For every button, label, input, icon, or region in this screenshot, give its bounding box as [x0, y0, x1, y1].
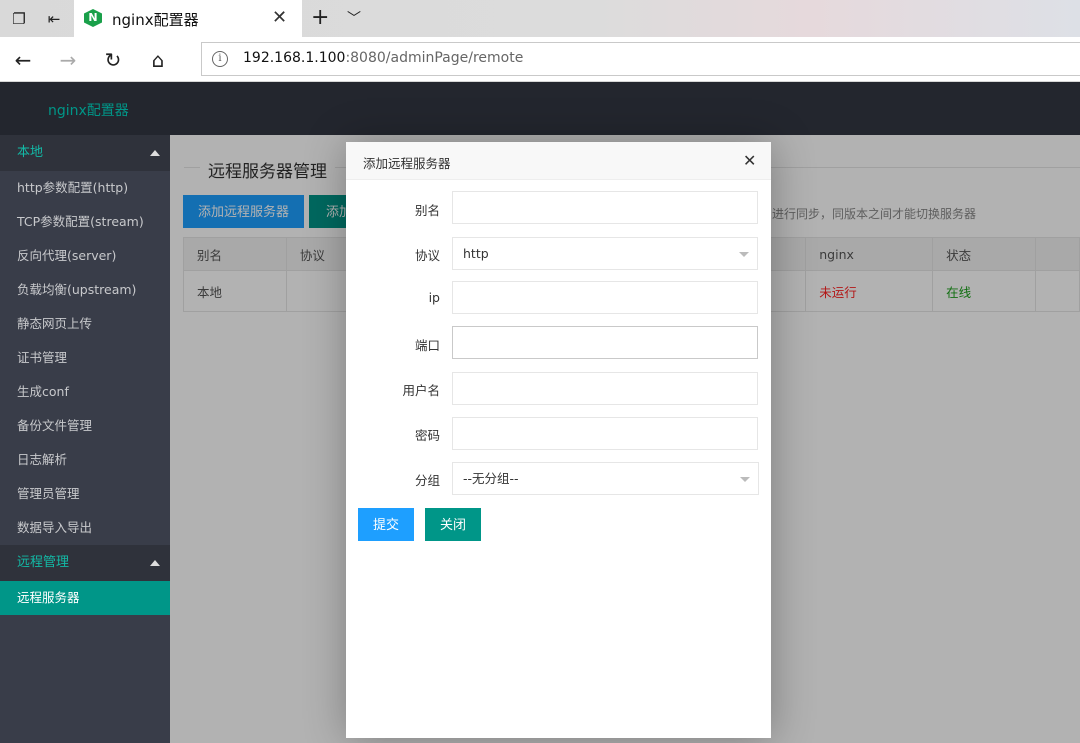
port-label: 端口 — [414, 338, 440, 353]
sidebar-item-http[interactable]: http参数配置(http) — [0, 171, 170, 205]
tab-actions-icon[interactable]: ❐ — [8, 8, 30, 30]
new-tab-button[interactable]: + — [311, 5, 329, 30]
username-label: 用户名 — [402, 383, 440, 398]
browser-address-bar: ← → ↻ ⌂ i 192.168.1.100:8080/adminPage/r… — [0, 37, 1080, 82]
sidebar-item-upstream[interactable]: 负载均衡(upstream) — [0, 273, 170, 307]
ip-input[interactable] — [452, 281, 758, 314]
caret-up-icon — [150, 560, 160, 566]
forward-arrow-icon[interactable]: → — [55, 47, 81, 73]
protocol-select[interactable]: http — [452, 237, 758, 270]
tab-close-icon[interactable]: ✕ — [272, 7, 287, 28]
browser-tab-bar: ❐ ⇤ N nginx配置器 ✕ + ﹀ — [0, 0, 1080, 37]
dialog-title: 添加远程服务器 — [363, 156, 451, 171]
sidebar-item-remote-servers[interactable]: 远程服务器 — [0, 581, 170, 615]
sidebar: 本地 http参数配置(http) TCP参数配置(stream) 反向代理(s… — [0, 135, 170, 743]
info-icon[interactable]: i — [212, 51, 228, 67]
dialog-header: 添加远程服务器 ✕ — [346, 142, 771, 180]
group-select-value: --无分组-- — [463, 471, 519, 486]
url-input[interactable]: i 192.168.1.100:8080/adminPage/remote — [201, 42, 1080, 76]
sidebar-item-backups[interactable]: 备份文件管理 — [0, 409, 170, 443]
sidebar-item-stream[interactable]: TCP参数配置(stream) — [0, 205, 170, 239]
port-input[interactable] — [452, 326, 758, 359]
add-remote-server-dialog: 添加远程服务器 ✕ 别名 协议 http ip 端口 用户名 密码 分组 --无… — [346, 142, 771, 738]
sidebar-group-label: 本地 — [17, 145, 44, 160]
sidebar-item-server[interactable]: 反向代理(server) — [0, 239, 170, 273]
alias-label: 别名 — [414, 203, 440, 218]
nginx-logo-icon: N — [84, 9, 102, 27]
dropdown-arrow-icon — [740, 477, 750, 482]
app-logo[interactable]: nginx配置器 — [48, 100, 129, 120]
submit-button[interactable]: 提交 — [358, 508, 415, 541]
protocol-select-value: http — [463, 246, 489, 261]
sidebar-group-local[interactable]: 本地 — [0, 135, 170, 171]
chevron-down-icon[interactable]: ﹀ — [347, 8, 361, 28]
group-select[interactable]: --无分组-- — [452, 462, 759, 495]
username-input[interactable] — [452, 372, 758, 405]
caret-up-icon — [150, 150, 160, 156]
close-icon[interactable]: ✕ — [743, 151, 756, 170]
url-text: 192.168.1.100:8080/adminPage/remote — [243, 50, 524, 66]
alias-input[interactable] — [452, 191, 758, 224]
close-button[interactable]: 关闭 — [425, 508, 482, 541]
set-aside-tabs-icon[interactable]: ⇤ — [43, 8, 65, 30]
ip-label: ip — [428, 290, 440, 305]
sidebar-item-import-export[interactable]: 数据导入导出 — [0, 511, 170, 545]
back-arrow-icon[interactable]: ← — [10, 47, 36, 73]
group-label: 分组 — [414, 473, 440, 488]
sidebar-item-log-parse[interactable]: 日志解析 — [0, 443, 170, 477]
dropdown-arrow-icon — [739, 252, 749, 257]
tab-title: nginx配置器 — [112, 11, 199, 29]
home-icon[interactable]: ⌂ — [145, 47, 171, 73]
sidebar-group-label: 远程管理 — [17, 555, 70, 570]
sidebar-item-generate-conf[interactable]: 生成conf — [0, 375, 170, 409]
app-header: nginx配置器 — [0, 82, 1080, 135]
sidebar-item-certificates[interactable]: 证书管理 — [0, 341, 170, 375]
browser-tab-active[interactable]: N nginx配置器 ✕ — [74, 0, 302, 37]
refresh-icon[interactable]: ↻ — [100, 47, 126, 73]
password-input[interactable] — [452, 417, 758, 450]
protocol-label: 协议 — [414, 248, 440, 263]
sidebar-group-remote[interactable]: 远程管理 — [0, 545, 170, 581]
password-label: 密码 — [414, 428, 440, 443]
sidebar-item-static-upload[interactable]: 静态网页上传 — [0, 307, 170, 341]
sidebar-item-admins[interactable]: 管理员管理 — [0, 477, 170, 511]
